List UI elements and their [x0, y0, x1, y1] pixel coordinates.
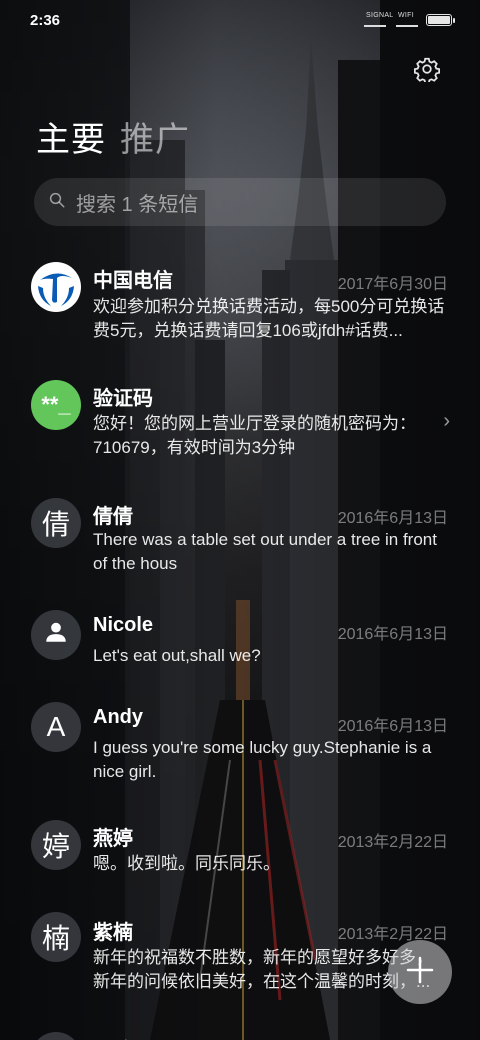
avatar: 婷: [31, 820, 81, 870]
person-icon: [43, 619, 69, 652]
conversation-preview: 嗯。收到啦。同乐同乐。: [93, 854, 280, 873]
conversation-preview: 欢迎参加积分兑换话费活动，每500分可兑换话费5元，兑换话费请回复106或jfd…: [93, 297, 445, 340]
avatar: A: [31, 702, 81, 752]
conversation-preview: Let's eat out,shall we?: [93, 646, 261, 665]
conversation-preview: I guess you're some lucky guy.Stephanie …: [93, 738, 432, 781]
conversation-name: Nicole: [93, 614, 154, 636]
category-tabs: 主要 推广: [36, 112, 190, 159]
status-bar: 2:36 SIGNAL WIFI: [0, 0, 480, 40]
conversation-item[interactable]: 婷 燕婷 2013年2月22日 嗯。收到啦。同乐同乐。: [0, 820, 480, 910]
conversation-date: 2016年6月13日: [337, 718, 448, 735]
conversation-date: 2013年2月22日: [337, 834, 448, 851]
conversation-preview: There was a table set out under a tree i…: [93, 530, 437, 573]
avatar: 楠: [31, 912, 81, 962]
conversation-name: 中国电信: [93, 270, 173, 292]
conversation-name: 验证码: [93, 388, 153, 410]
avatar: **_: [31, 380, 81, 430]
conversation-name: 子玲: [93, 1034, 133, 1040]
search-icon: [48, 191, 66, 214]
conversation-item[interactable]: A Andy 2016年6月13日 I guess you're some lu…: [0, 702, 480, 812]
tab-promotions[interactable]: 推广: [120, 112, 190, 161]
conversation-item[interactable]: 倩 倩倩 2016年6月13日 There was a table set ou…: [0, 490, 480, 600]
wifi-label: WIFI: [398, 12, 414, 19]
conversation-date: 2013年2月22日: [337, 926, 448, 943]
plus-icon: [405, 955, 435, 990]
gear-icon[interactable]: [414, 56, 440, 84]
conversation-name: Andy: [93, 706, 143, 728]
chevron-right-icon: ›: [443, 410, 450, 432]
conversation-item[interactable]: 子玲: [0, 1030, 480, 1040]
tab-primary[interactable]: 主要: [36, 112, 106, 161]
conversation-item[interactable]: 中国电信 2017年6月30日 欢迎参加积分兑换话费活动，每500分可兑换话费5…: [0, 250, 480, 360]
conversation-preview: 您好！您的网上营业厅登录的随机密码为：710679，有效时间为3分钟: [93, 414, 416, 457]
conversation-name: 燕婷: [93, 828, 133, 850]
avatar: 倩: [31, 498, 81, 548]
signal-icon: [364, 20, 386, 27]
status-time: 2:36: [30, 12, 61, 29]
new-message-button[interactable]: [388, 940, 452, 1004]
china-telecom-logo: [31, 262, 81, 312]
conversation-name: 倩倩: [93, 506, 133, 528]
signal-label: SIGNAL: [366, 12, 394, 19]
conversation-item[interactable]: **_ 验证码 您好！您的网上营业厅登录的随机密码为：710679，有效时间为3…: [0, 370, 480, 480]
conversation-date: 2016年6月13日: [337, 510, 448, 527]
search-placeholder: 搜索 1 条短信: [76, 193, 199, 216]
conversation-date: 2016年6月13日: [337, 626, 448, 643]
conversation-date: 2017年6月30日: [337, 276, 448, 293]
wifi-icon: [396, 20, 418, 27]
avatar: [31, 1032, 81, 1040]
battery-icon: [426, 14, 455, 26]
conversation-name: 紫楠: [93, 922, 133, 944]
avatar: [31, 610, 81, 660]
conversation-item[interactable]: Nicole 2016年6月13日 Let's eat out,shall we…: [0, 610, 480, 700]
search-bar[interactable]: 搜索 1 条短信: [34, 178, 446, 226]
